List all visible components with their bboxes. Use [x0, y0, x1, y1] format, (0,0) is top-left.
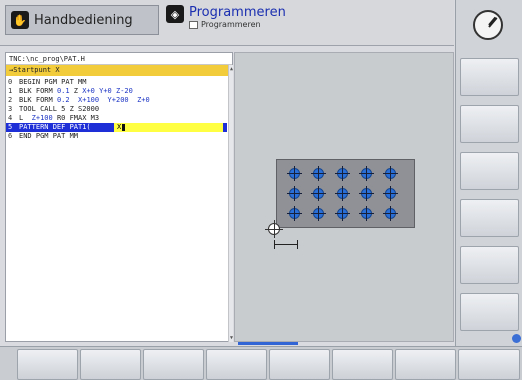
program-scrollbar[interactable]: ▲ ▼	[228, 65, 233, 342]
softkey-7[interactable]	[395, 349, 456, 380]
program-path: TNC:\nc_prog\PAT.H	[6, 53, 232, 65]
drill-hole-marker	[287, 166, 302, 181]
drill-hole-marker	[335, 186, 350, 201]
line-text: BLK FORM	[19, 87, 57, 95]
line-text: PATTERN DEF PAT1(	[19, 123, 91, 131]
text-cursor	[122, 123, 126, 131]
vertical-softkey-2[interactable]	[460, 105, 519, 143]
vertical-softkey-3[interactable]	[460, 152, 519, 190]
dimension-line	[274, 244, 298, 245]
program-line[interactable]: 5 PATTERN DEF PAT1( X	[6, 123, 227, 132]
line-text: Z+100	[31, 114, 53, 122]
line-number: 4	[8, 114, 13, 122]
line-text: Z-20	[116, 87, 133, 95]
line-text: TOOL CALL 5 Z S2000	[19, 105, 100, 113]
line-text: X+100	[78, 96, 100, 104]
drill-hole-marker	[383, 186, 398, 201]
drill-hole-marker	[335, 166, 350, 181]
program-mode-sublabel: Programmeren	[201, 20, 261, 29]
softkey-5[interactable]	[269, 349, 330, 380]
line-text: X+0	[82, 87, 95, 95]
line-text: BEGIN PGM PAT MM	[19, 78, 87, 86]
line-text: Y+200	[107, 96, 129, 104]
tab-programming[interactable]: ◈ Programmeren Programmeren	[166, 5, 406, 35]
program-mode-label: Programmeren	[189, 5, 286, 20]
line-number: 3	[8, 105, 13, 113]
info-icon[interactable]	[512, 334, 521, 343]
dialog-prompt: →Startpunt X	[6, 65, 232, 76]
tab-manual-operation[interactable]: ✋ Handbediening	[5, 5, 159, 35]
program-line[interactable]: 3 TOOL CALL 5 Z S2000	[6, 105, 227, 114]
program-line[interactable]: 2 BLK FORM 0.2 X+100 Y+200 Z+0	[6, 96, 227, 105]
line-text: L	[19, 114, 32, 122]
drill-hole-marker	[311, 166, 326, 181]
line-text	[99, 96, 107, 104]
program-line[interactable]: 4L Z+100 R0 FMAX M3	[6, 114, 227, 123]
program-line[interactable]: 6 END PGM PAT MM	[6, 132, 227, 141]
softkey-3[interactable]	[143, 349, 204, 380]
line-number: 5	[8, 123, 13, 131]
drill-hole-marker	[311, 206, 326, 221]
vertical-softkey-4[interactable]	[460, 199, 519, 237]
line-text: Y+0	[99, 87, 112, 95]
workpiece-blank	[276, 159, 415, 228]
program-line[interactable]: 0 BEGIN PGM PAT MM	[6, 78, 227, 87]
softkey-1[interactable]	[17, 349, 78, 380]
line-number: 6	[8, 132, 13, 140]
softkey-scroll-indicator	[238, 342, 298, 345]
edit-icon	[189, 21, 198, 29]
manual-mode-label: Handbediening	[34, 12, 133, 28]
program-editor[interactable]: TNC:\nc_prog\PAT.H →Startpunt X 0 BEGIN P…	[5, 52, 233, 342]
drill-hole-marker	[287, 206, 302, 221]
drill-hole-marker	[359, 166, 374, 181]
drill-hole-marker	[359, 186, 374, 201]
program-code[interactable]: 0 BEGIN PGM PAT MM 1 BLK FORM 0.1 Z X+0 Y+0…	[6, 78, 227, 340]
vertical-softkey-6[interactable]	[460, 293, 519, 331]
drill-hole-marker	[335, 206, 350, 221]
edit-value: X	[117, 123, 122, 131]
line-text: Z	[69, 87, 83, 95]
program-mode-sub: Programmeren	[189, 20, 286, 30]
line-text	[70, 96, 78, 104]
program-line[interactable]: 1 BLK FORM 0.1 Z X+0 Y+0 Z-20	[6, 87, 227, 96]
vertical-softkey-5[interactable]	[460, 246, 519, 284]
line-number: 2	[8, 96, 13, 104]
line-text: BLK FORM	[19, 96, 57, 104]
line-text	[129, 96, 137, 104]
program-icon: ◈	[166, 5, 184, 23]
softkey-4[interactable]	[206, 349, 267, 380]
line-text: R0 FMAX M3	[52, 114, 100, 122]
line-text: 0.2	[56, 96, 70, 104]
graphics-view[interactable]	[234, 52, 454, 342]
drill-hole-marker	[383, 206, 398, 221]
softkey-6[interactable]	[332, 349, 393, 380]
drill-hole-marker	[359, 206, 374, 221]
drill-hole-marker	[287, 186, 302, 201]
vertical-softkey-bar	[455, 0, 522, 346]
mode-header: ✋ Handbediening ◈ Programmeren Programme…	[0, 0, 454, 46]
drill-hole-marker	[311, 186, 326, 201]
edit-field[interactable]: X	[114, 123, 224, 132]
line-number: 1	[8, 87, 13, 95]
line-text: Z+0	[137, 96, 150, 104]
clock-icon	[473, 10, 503, 40]
line-text: 0.1	[56, 87, 70, 95]
line-number: 0	[8, 78, 13, 86]
active-line-marker	[223, 123, 227, 132]
line-text: END PGM PAT MM	[19, 132, 79, 140]
softkey-8[interactable]	[458, 349, 520, 380]
drill-hole-marker	[383, 166, 398, 181]
softkey-bar	[0, 346, 522, 380]
vertical-softkey-1[interactable]	[460, 58, 519, 96]
dimension-line	[297, 240, 298, 249]
hand-icon: ✋	[11, 11, 29, 29]
softkey-2[interactable]	[80, 349, 141, 380]
datum-icon	[265, 220, 283, 238]
